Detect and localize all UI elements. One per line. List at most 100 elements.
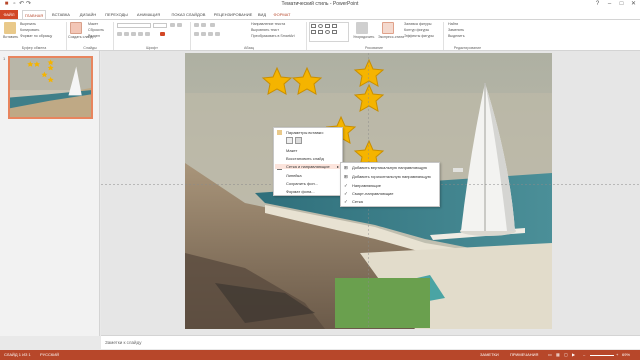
minimize-button[interactable]: – [604, 0, 615, 9]
star-shape-icon[interactable] [332, 30, 337, 34]
select-button[interactable]: Выделить [448, 34, 465, 38]
tab-insert[interactable]: ВСТАВКА [50, 10, 72, 19]
arrange-button[interactable]: Упорядочить [353, 35, 374, 39]
paste-icon[interactable] [4, 22, 16, 34]
notes-button[interactable]: ЗАМЕТКИ [480, 350, 499, 360]
tab-transitions[interactable]: ПЕРЕХОДЫ [103, 10, 130, 19]
shape-effects-button[interactable]: Эффекты фигуры [404, 34, 434, 38]
check-icon: ✓ [344, 199, 348, 204]
comments-button[interactable]: ПРИМЕЧАНИЯ [510, 350, 538, 360]
strike-icon[interactable] [138, 32, 143, 36]
group-divider [113, 22, 114, 50]
group-label-drawing: Рисование [364, 46, 384, 50]
menu-item-add-vertical-guide[interactable]: Добавить вертикальную направляющую [352, 165, 427, 170]
group-divider [306, 22, 307, 50]
line-shape-icon[interactable] [325, 24, 330, 28]
shapes-gallery[interactable] [309, 22, 349, 42]
slide-thumbnail-pane: 1 [0, 51, 100, 336]
menu-item-save-background[interactable]: Сохранить фон... [286, 181, 318, 186]
reset-button[interactable]: Сбросить [88, 28, 104, 32]
notes-pane[interactable]: Заметки к слайду [101, 335, 640, 349]
shape-outline-button[interactable]: Контур фигуры [404, 28, 429, 32]
grid-guides-submenu: ⊞ Добавить вертикальную направляющую ⊞ Д… [340, 162, 440, 207]
arrow-shape-icon[interactable] [332, 24, 337, 28]
window-title: Тематический стиль - PowerPoint [281, 1, 359, 7]
zoom-level[interactable]: 69% [622, 350, 630, 360]
rectangle-shape-icon[interactable] [311, 24, 316, 28]
font-name-field[interactable] [117, 23, 151, 28]
grow-font-icon[interactable] [170, 23, 175, 27]
copy-button[interactable]: Копировать [20, 28, 39, 32]
bullets-icon[interactable] [194, 23, 199, 27]
slideshow-view-icon[interactable]: ▶ [572, 350, 575, 360]
tab-home[interactable]: ГЛАВНАЯ [22, 10, 46, 19]
triangle-shape-icon[interactable] [311, 30, 316, 34]
menu-item-guides[interactable]: Направляющие [352, 183, 381, 188]
paste-options-label: Параметры вставки: [286, 130, 324, 135]
new-slide-icon[interactable] [70, 22, 82, 34]
brace-shape-icon[interactable] [325, 30, 330, 34]
tab-format[interactable]: ФОРМАТ [271, 10, 293, 19]
maximize-button[interactable]: □ [616, 0, 627, 9]
tab-design[interactable]: ДИЗАЙН [78, 10, 98, 19]
tab-slideshow[interactable]: ПОКАЗ СЛАЙДОВ [167, 10, 210, 19]
menu-item-layout[interactable]: Макет [286, 148, 297, 153]
menu-item-format-background[interactable]: Формат фона... [286, 189, 315, 194]
align-text-button[interactable]: Выровнять текст [251, 28, 279, 32]
paste-button[interactable]: Вставить [3, 35, 18, 39]
menu-item-grid-and-guides[interactable]: Сетка и направляющие [275, 164, 341, 169]
menu-item-grid[interactable]: Сетка [352, 199, 363, 204]
replace-button[interactable]: Заменить [448, 28, 464, 32]
check-icon: ✓ [344, 183, 348, 188]
sorter-view-icon[interactable]: ▦ [556, 350, 560, 360]
shape-fill-button[interactable]: Заливка фигуры [404, 22, 431, 26]
quick-styles-icon[interactable] [382, 22, 394, 34]
indent-icon[interactable] [210, 23, 215, 27]
justify-icon[interactable] [215, 32, 220, 36]
menu-item-ruler[interactable]: Линейка [286, 173, 302, 178]
font-color-icon[interactable] [160, 32, 165, 36]
group-label-slides: Слайды [83, 46, 97, 50]
arrange-icon[interactable] [356, 22, 368, 34]
font-size-field[interactable] [153, 23, 167, 28]
shadow-icon[interactable] [145, 32, 150, 36]
smartart-button[interactable]: Преобразовать в SmartArt [251, 34, 295, 38]
format-painter-button[interactable]: Формат по образцу [20, 34, 52, 38]
tab-view[interactable]: ВИД [256, 10, 268, 19]
help-icon[interactable]: ? [592, 0, 603, 9]
italic-icon[interactable] [124, 32, 129, 36]
align-left-icon[interactable] [194, 32, 199, 36]
quick-styles-button[interactable]: Экспресс-стили [378, 35, 404, 39]
bold-icon[interactable] [117, 32, 122, 36]
underline-icon[interactable] [131, 32, 136, 36]
tab-review[interactable]: РЕЦЕНЗИРОВАНИЕ [212, 10, 254, 19]
zoom-slider[interactable] [590, 354, 614, 356]
tab-animation[interactable]: АНИМАЦИЯ [134, 10, 163, 19]
numbering-icon[interactable] [201, 23, 206, 27]
oval-shape-icon[interactable] [318, 24, 323, 28]
slide-thumbnail-image [10, 58, 91, 117]
group-divider [443, 22, 444, 50]
cut-button[interactable]: Вырезать [20, 22, 36, 26]
align-center-icon[interactable] [201, 32, 206, 36]
tab-file[interactable]: ФАЙЛ [0, 10, 18, 19]
paste-option-icon[interactable] [286, 137, 293, 144]
section-button[interactable]: Раздел [88, 34, 100, 38]
layout-button[interactable]: Макет [88, 22, 98, 26]
normal-view-icon[interactable]: ▭ [548, 350, 552, 360]
menu-item-smart-guides[interactable]: Смарт-направляющие [352, 191, 394, 196]
zoom-out-icon[interactable]: – [583, 350, 585, 360]
paste-picture-icon[interactable] [295, 137, 302, 144]
reading-view-icon[interactable]: ▢ [564, 350, 568, 360]
zoom-in-icon[interactable]: + [616, 350, 618, 360]
find-button[interactable]: Найти [448, 22, 458, 26]
shrink-font-icon[interactable] [177, 23, 182, 27]
language-status[interactable]: РУССКИЙ [40, 350, 59, 360]
align-right-icon[interactable] [208, 32, 213, 36]
text-direction-button[interactable]: Направление текста [251, 22, 285, 26]
textbox-shape-icon[interactable] [318, 30, 323, 34]
menu-item-reset-slide[interactable]: Восстановить слайд [286, 156, 324, 161]
menu-item-add-horizontal-guide[interactable]: Добавить горизонтальную направляющую [352, 174, 431, 179]
close-button[interactable]: ✕ [628, 0, 639, 9]
slide-thumbnail[interactable] [8, 56, 93, 119]
